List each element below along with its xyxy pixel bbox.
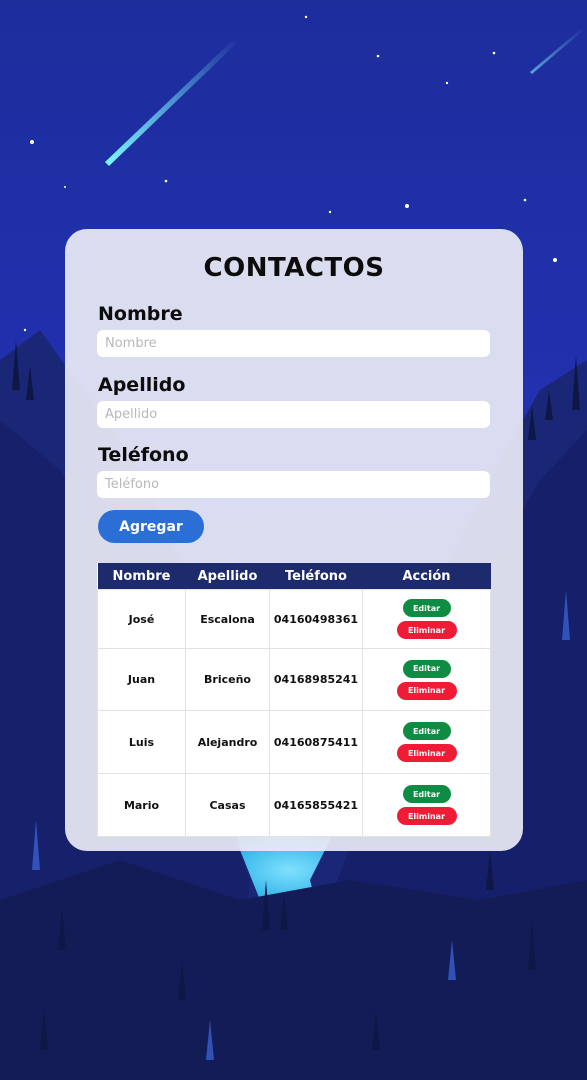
cell-apellido: Escalona	[185, 589, 270, 649]
cell-accion: Editar Eliminar	[362, 648, 491, 711]
cell-apellido: Briceño	[185, 648, 270, 711]
edit-button[interactable]: Editar	[402, 599, 451, 617]
table-row: José Escalona 04160498361 Editar Elimina…	[97, 589, 491, 649]
edit-button[interactable]: Editar	[402, 659, 451, 678]
cell-nombre: Juan	[97, 648, 186, 711]
header-nombre: Nombre	[97, 563, 186, 590]
header-telefono: Teléfono	[269, 563, 363, 590]
cell-accion: Editar Eliminar	[362, 589, 491, 649]
contacts-card: CONTACTOS Nombre Apellido Teléfono Agreg…	[65, 229, 523, 851]
cell-telefono: 04160498361	[269, 589, 363, 649]
header-accion: Acción	[362, 563, 491, 590]
delete-button[interactable]: Eliminar	[396, 621, 457, 639]
table-header-row: Nombre Apellido Teléfono Acción	[97, 563, 491, 590]
cell-telefono: 04160875411	[269, 710, 363, 774]
cell-apellido: Casas	[185, 773, 270, 837]
table-row: Luis Alejandro 04160875411 Editar Elimin…	[97, 710, 491, 774]
cell-telefono: 04168985241	[269, 648, 363, 711]
page-title: CONTACTOS	[203, 253, 385, 283]
cell-apellido: Alejandro	[185, 710, 270, 774]
cell-accion: Editar Eliminar	[362, 710, 491, 774]
delete-button[interactable]: Eliminar	[396, 744, 457, 762]
nombre-input[interactable]	[97, 330, 490, 357]
apellido-label: Apellido	[98, 374, 186, 396]
cell-nombre: Luis	[97, 710, 186, 774]
table-row: Juan Briceño 04168985241 Editar Eliminar	[97, 648, 491, 711]
add-contact-button[interactable]: Agregar	[98, 510, 204, 543]
cell-nombre: Mario	[97, 773, 186, 837]
telefono-input[interactable]	[97, 471, 490, 498]
cell-telefono: 04165855421	[269, 773, 363, 837]
header-apellido: Apellido	[185, 563, 270, 590]
cell-accion: Editar Eliminar	[362, 773, 491, 837]
telefono-label: Teléfono	[98, 444, 189, 466]
table-row: Mario Casas 04165855421 Editar Eliminar	[97, 773, 491, 837]
edit-button[interactable]: Editar	[402, 785, 451, 803]
contacts-table: Nombre Apellido Teléfono Acción José Esc…	[97, 563, 491, 837]
edit-button[interactable]: Editar	[402, 722, 451, 740]
cell-nombre: José	[97, 589, 186, 649]
nombre-label: Nombre	[98, 303, 183, 325]
apellido-input[interactable]	[97, 401, 490, 428]
delete-button[interactable]: Eliminar	[396, 681, 457, 700]
delete-button[interactable]: Eliminar	[396, 807, 457, 825]
